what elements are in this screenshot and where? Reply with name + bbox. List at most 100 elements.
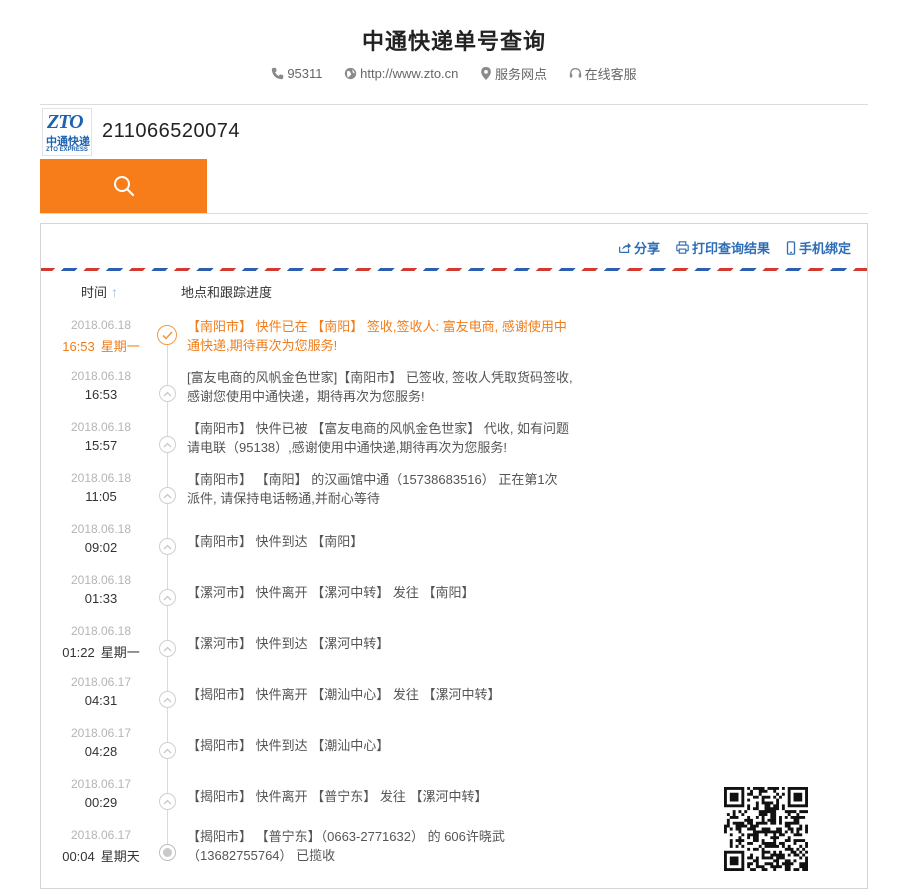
time-header-label: 时间: [81, 285, 108, 300]
event-description: 【揭阳市】 快件到达 【潮汕中心】: [187, 736, 579, 755]
event-description-line: 【漯河市】 快件离开 【漯河中转】 发往 【南阳】: [187, 585, 475, 600]
print-button[interactable]: 打印查询结果: [676, 238, 770, 257]
service-points-label: 服务网点: [495, 67, 548, 82]
share-icon: [618, 242, 631, 253]
event-description-line: 【揭阳市】 【普宁东】（0663-2771632） 的 606许晓武: [187, 829, 505, 844]
event-description-line: 派件, 请保持电话畅通,并耐心等待: [187, 491, 380, 506]
event-time-cell: 01:33: [41, 591, 161, 606]
website-info[interactable]: http://www.zto.cn: [344, 66, 458, 81]
share-label: 分享: [633, 241, 660, 256]
chevron-up-circle-icon: [159, 589, 176, 606]
event-description: 【揭阳市】 【普宁东】（0663-2771632） 的 606许晓武 （13682…: [187, 827, 579, 865]
time-column-header[interactable]: 时间 ↑: [81, 282, 118, 301]
event-description: 【漯河市】 快件到达 【漯河中转】: [187, 634, 579, 653]
map-pin-icon: [481, 67, 491, 80]
event-description-line: 【南阳市】 快件已在 【南阳】 签收,签收人: 富友电商, 感谢使用中: [187, 319, 567, 334]
event-description: 【南阳市】 快件已被 【富友电商的风帆金色世家】 代收, 如有问题 请电联（951…: [187, 419, 579, 457]
airmail-stripe-divider: [41, 268, 867, 271]
event-time: 11:05: [85, 489, 117, 504]
event-description: 【揭阳市】 快件离开 【普宁东】 发往 【漯河中转】: [187, 787, 579, 806]
result-actions: 分享 打印查询结果 手机绑定: [602, 238, 851, 257]
online-service-link[interactable]: 在线客服: [569, 64, 637, 83]
event-description-line: 【南阳市】 【南阳】 的汉画馆中通（15738683516） 正在第1次: [187, 472, 558, 487]
event-date: 2018.06.17: [70, 828, 132, 842]
search-button[interactable]: [40, 159, 207, 213]
event-description: [富友电商的风帆金色世家]【南阳市】 已签收, 签收人凭取货码签收, 感谢您使用中…: [187, 368, 579, 406]
chevron-up-circle-icon: [159, 640, 176, 657]
bind-phone-button[interactable]: 手机绑定: [786, 238, 851, 257]
event-date: 2018.06.18: [70, 573, 132, 587]
chevron-up-circle-icon: [159, 385, 176, 402]
qr-code-image: [724, 787, 808, 871]
event-time-cell: 04:31: [41, 693, 161, 708]
location-column-header: 地点和跟踪进度: [181, 285, 273, 300]
event-time-cell: 00:29: [41, 795, 161, 810]
mobile-phone-icon: [786, 240, 796, 255]
print-label: 打印查询结果: [691, 241, 770, 256]
website-url: http://www.zto.cn: [360, 66, 459, 81]
chevron-up-circle-icon: [159, 538, 176, 555]
printer-icon: [676, 241, 689, 254]
timeline-row: 2018.06.17 04:31 【揭阳市】 快件离开 【潮汕中心】 发往 【漯河中…: [41, 675, 867, 726]
online-service-label: 在线客服: [584, 67, 637, 82]
timeline-row: 2018.06.18 16:53 [富友电商的风帆金色世家]【南阳市】 已签收, 签…: [41, 369, 867, 420]
event-time: 16:53: [84, 387, 118, 402]
chevron-up-circle-icon: [159, 436, 176, 453]
event-time: 04:28: [84, 744, 118, 759]
event-description-line: 【揭阳市】 快件到达 【潮汕中心】: [187, 738, 390, 753]
timeline-row: 2018.06.18 09:02 【南阳市】 快件到达 【南阳】: [41, 522, 867, 573]
event-time-cell: 15:57: [41, 438, 161, 453]
event-date: 2018.06.17: [70, 675, 132, 689]
event-description-line: 请电联（95138）,感谢使用中通快递,期待再次为您服务!: [187, 440, 507, 455]
event-description-line: 【南阳市】 快件到达 【南阳】: [187, 534, 364, 549]
event-description-line: 【南阳市】 快件已被 【富友电商的风帆金色世家】 代收, 如有问题: [187, 421, 570, 436]
share-button[interactable]: 分享: [618, 238, 660, 257]
event-time-cell: 09:02: [41, 540, 161, 555]
event-time-cell: 00:04 星期天: [41, 846, 161, 865]
event-time: 01:22: [62, 645, 95, 660]
event-date: 2018.06.18: [70, 624, 132, 638]
event-description: 【漯河市】 快件离开 【漯河中转】 发往 【南阳】: [187, 583, 579, 602]
phone-info[interactable]: 95311: [271, 66, 323, 81]
service-points-link[interactable]: 服务网点: [480, 64, 547, 83]
sort-arrow-icon[interactable]: ↑: [111, 284, 118, 300]
event-date: 2018.06.18: [70, 318, 132, 332]
timeline-row: 2018.06.18 11:05 【南阳市】 【南阳】 的汉画馆中通（1573868…: [41, 471, 867, 522]
event-date: 2018.06.17: [70, 726, 132, 740]
event-time: 16:53: [62, 339, 95, 354]
event-description-line: 感谢您使用中通快递，期待再次为您服务!: [187, 389, 425, 404]
contact-info-bar: 95311 http://www.zto.cn 服务网点 在线客服: [0, 64, 908, 83]
event-time: 09:02: [84, 540, 118, 555]
tracking-result-panel: 分享 打印查询结果 手机绑定 时间 ↑ 地点和跟踪进度 2018.06.18 16…: [40, 223, 868, 889]
event-date: 2018.06.18: [70, 420, 132, 434]
chevron-up-circle-icon: [159, 742, 176, 759]
event-date: 2018.06.17: [70, 777, 132, 791]
event-time: 00:29: [84, 795, 118, 810]
event-time-cell: 01:22 星期一: [41, 642, 161, 661]
timeline-row: 2018.06.18 16:53 星期一 【南阳市】 快件已在 【南阳】 签收,签收人…: [41, 318, 867, 369]
event-date: 2018.06.18: [70, 471, 132, 485]
divider: [40, 213, 868, 214]
event-description-line: 【漯河市】 快件到达 【漯河中转】: [187, 636, 390, 651]
event-description-line: （13682755764） 已揽收: [187, 848, 336, 863]
chevron-up-circle-icon: [159, 793, 176, 810]
event-description: 【南阳市】 快件到达 【南阳】: [187, 532, 579, 551]
event-weekday: 星期一: [100, 645, 140, 660]
tracking-number-input[interactable]: 211066520074: [102, 120, 240, 143]
check-circle-icon: [157, 325, 177, 345]
event-description-line: 【揭阳市】 快件离开 【潮汕中心】 发往 【漯河中转】: [187, 687, 501, 702]
chevron-up-circle-icon: [159, 691, 176, 708]
event-time-cell: 11:05: [41, 489, 161, 504]
logo-brand: ZTO: [47, 111, 84, 133]
zto-logo: ZTO 中通快递 ZTO EXPRESS: [42, 108, 92, 156]
event-time: 04:31: [84, 693, 118, 708]
logo-en: ZTO EXPRESS: [46, 147, 88, 153]
timeline-row: 2018.06.17 04:28 【揭阳市】 快件到达 【潮汕中心】: [41, 726, 867, 777]
event-time: 15:57: [84, 438, 118, 453]
search-icon: [113, 176, 134, 197]
event-description-line: [富友电商的风帆金色世家]【南阳市】 已签收, 签收人凭取货码签收,: [187, 370, 573, 385]
timeline-row: 2018.06.18 01:33 【漯河市】 快件离开 【漯河中转】 发往 【南阳】: [41, 573, 867, 624]
event-description: 【南阳市】 快件已在 【南阳】 签收,签收人: 富友电商, 感谢使用中 通快递,期…: [187, 317, 579, 355]
event-time-cell: 16:53: [41, 387, 161, 402]
event-time-cell: 16:53 星期一: [41, 336, 161, 355]
